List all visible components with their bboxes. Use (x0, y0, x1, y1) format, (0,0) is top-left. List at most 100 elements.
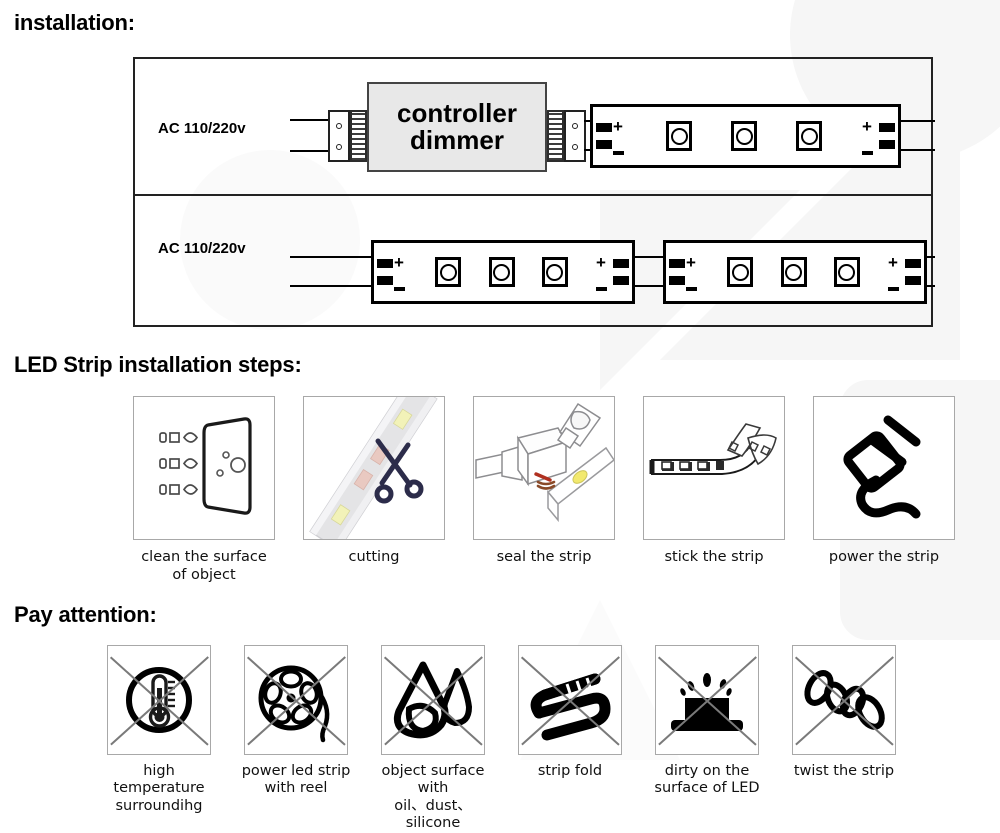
led-chip (541, 257, 568, 287)
warning-image-dirty-led (655, 645, 759, 755)
minus-sign (888, 287, 899, 291)
pad-negative (669, 276, 685, 285)
pad-positive (879, 123, 895, 132)
pad-negative (377, 276, 393, 285)
ac-input-label-row2: AC 110/220v (158, 240, 246, 257)
controller-label-line2: dimmer (410, 125, 504, 155)
led-chip (796, 121, 822, 151)
led-chip (727, 257, 754, 287)
minus-sign (686, 287, 697, 291)
minus-sign (394, 287, 405, 291)
warning-card: dirty on the surface of LED (645, 645, 769, 833)
ac-input-label-row1: AC 110/220v (158, 120, 246, 137)
strip-output-pads-row2-b (905, 257, 921, 287)
minus-sign (862, 151, 873, 155)
clean-surface-icon (159, 417, 252, 515)
pad-negative (879, 140, 895, 149)
led-chip (666, 121, 692, 151)
strip-output-polarity-row2-a: + (595, 254, 610, 291)
step-card: stick the strip (643, 396, 785, 584)
strip-output-polarity-row2-b: + (887, 253, 902, 291)
led-lens-icon (493, 263, 510, 281)
section-title-pay-attention: Pay attention: (14, 602, 157, 627)
strip-interconnect-wires-row2 (631, 256, 667, 287)
led-chip (833, 257, 860, 287)
warning-image-strip-fold (518, 645, 622, 755)
step-image-seal-strip (473, 396, 615, 540)
pad-positive (377, 259, 393, 268)
wiring-row-strip-to-strip: AC 110/220v + + + + (135, 196, 935, 325)
strip-output-pads-row2-a (613, 257, 629, 287)
led-lens-icon (838, 263, 856, 281)
section-title-installation-steps: LED Strip installation steps: (14, 352, 302, 377)
warning-card: power led strip with reel (234, 645, 358, 833)
plus-sign: + (394, 253, 404, 272)
scissors-cutting-icon (309, 397, 438, 539)
step-card: seal the strip (473, 396, 615, 584)
step-caption: stick the strip (664, 549, 764, 565)
warning-caption: power led strip with reel (241, 763, 351, 797)
plus-sign: + (613, 117, 623, 136)
step-image-power-strip (813, 396, 955, 540)
warning-caption: twist the strip (793, 763, 895, 779)
strip-output-pads-row1 (879, 121, 895, 151)
plus-sign: + (888, 253, 898, 272)
warning-image-liquid (381, 645, 485, 755)
step-card: power the strip (813, 396, 955, 584)
controller-dimmer-box: controller dimmer (367, 82, 547, 172)
warning-caption: strip fold (537, 763, 603, 779)
seal-glue-icon (475, 402, 614, 523)
screw-icon (572, 143, 578, 150)
led-strip-row2-first: + + (371, 240, 635, 304)
pay-attention-row: high temperature surroundihg power led s… (97, 645, 906, 833)
strip-input-polarity-row1: + (612, 117, 627, 155)
led-strip-row2-second: + + (663, 240, 927, 304)
warning-image-reel (244, 645, 348, 755)
output-connector-plate-row1 (547, 110, 564, 162)
screw-icon (336, 143, 342, 150)
strip-input-pads-row2-b (669, 257, 685, 287)
strip-output-polarity-row1: + (861, 118, 876, 155)
strip-input-pads-row1 (596, 121, 612, 151)
warning-caption: dirty on the surface of LED (654, 763, 760, 797)
minus-sign (613, 151, 624, 155)
led-lens-icon (439, 263, 457, 281)
screw-icon (336, 122, 342, 129)
step-card: clean the surface of object (133, 396, 275, 584)
led-chip (488, 257, 515, 287)
controller-label-line1: controller (397, 97, 517, 128)
step-image-cutting (303, 396, 445, 540)
output-screw-terminal-row1 (564, 110, 586, 162)
input-screw-terminal-row1 (328, 110, 350, 162)
strip-input-pads-row2-a (377, 257, 393, 287)
led-lens-icon (670, 127, 688, 145)
page-title-installation: installation: (14, 10, 135, 35)
adhesive-strip-icon (649, 423, 777, 475)
step-caption: power the strip (828, 549, 940, 565)
warning-caption: object surface with oil、dust、silicone (381, 763, 485, 832)
step-image-stick-strip (643, 396, 785, 540)
step-caption: seal the strip (496, 549, 592, 565)
warning-card: high temperature surroundihg (97, 645, 221, 833)
warning-caption: high temperature surroundihg (113, 763, 205, 814)
step-image-clean-surface (133, 396, 275, 540)
pad-positive (613, 259, 629, 268)
led-lens-icon (785, 263, 802, 281)
step-card: cutting (303, 396, 445, 584)
minus-sign (596, 287, 607, 291)
led-lens-icon (735, 127, 753, 145)
pad-positive (669, 259, 685, 268)
input-connector-plate-row1 (350, 110, 367, 162)
power-plug-icon (843, 415, 921, 519)
led-lens-icon (800, 127, 818, 145)
step-caption: cutting (348, 549, 400, 565)
warning-image-twist-strip (792, 645, 896, 755)
wiring-row-with-controller: AC 110/220v controller dimmer + + (135, 59, 935, 196)
led-chip (435, 257, 462, 287)
pad-negative (905, 276, 921, 285)
led-chip (780, 257, 807, 287)
step-caption: clean the surface of object (141, 549, 267, 583)
ac-lead-wires-row2 (290, 256, 375, 287)
strip-input-polarity-row2-a: + (393, 253, 408, 291)
screw-icon (572, 122, 578, 129)
